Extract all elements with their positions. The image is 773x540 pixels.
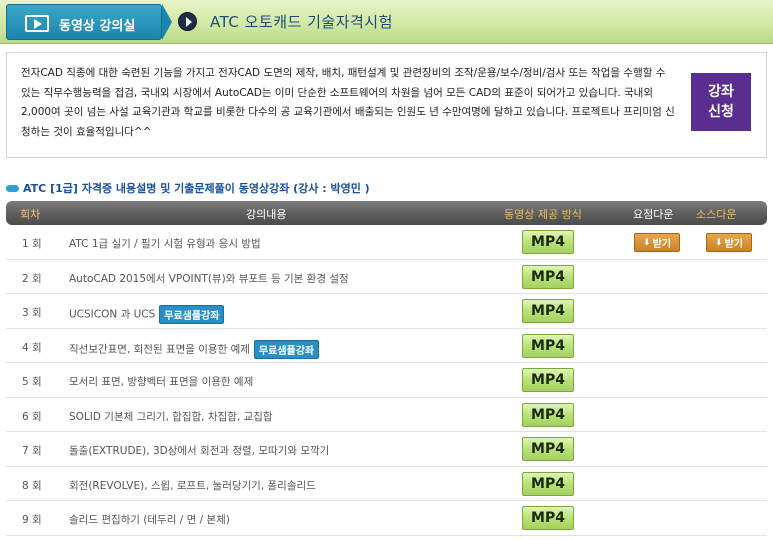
table-row: 8 회 회전(REVOLVE), 스윕, 로프트, 눌러당기기, 폴리솔리드 MP4: [6, 466, 767, 501]
row-title-text: 직선보간표면, 회전된 표면을 이용한 예제: [69, 343, 250, 355]
source-download-button[interactable]: ⬇ 받기: [706, 233, 752, 252]
row-title[interactable]: SOLID 기본체 그리기, 합집합, 차집합, 교집합: [69, 409, 273, 424]
header-method: 동영상 제공 방식: [504, 208, 582, 221]
download-arrow-icon: ⬇: [643, 237, 651, 248]
row-title-text: 솔리드 편집하기 (테두리 / 면 / 본체): [69, 514, 230, 526]
row-title[interactable]: 회전(REVOLVE), 스윕, 로프트, 눌러당기기, 폴리솔리드: [69, 478, 316, 493]
row-number: 4 회: [22, 341, 42, 354]
table-row: 7 회 돌출(EXTRUDE), 3D상에서 회전과 정렬, 모따기와 모깍기 MP…: [6, 432, 767, 467]
row-title[interactable]: 직선보간표면, 회전된 표면을 이용한 예제 무료샘플강좌: [69, 339, 320, 359]
row-title[interactable]: UCSICON 과 UCS 무료샘플강좌: [69, 305, 225, 324]
summary-download-button[interactable]: ⬇ 받기: [634, 233, 680, 252]
row-title-text: AutoCAD 2015에서 VPOINT(뷰)와 뷰포트 등 기본 환경 설정: [69, 272, 349, 285]
mp4-play-button[interactable]: MP4: [522, 299, 574, 323]
row-number: 5 회: [22, 376, 42, 388]
table-row: 4 회 직선보간표면, 회전된 표면을 이용한 예제 무료샘플강좌 MP4: [6, 328, 767, 363]
intro-box: 전자CAD 직종에 대한 숙련된 기능을 가지고 전자CAD 도면의 제작, 배…: [6, 52, 767, 158]
mp4-label: MP4: [531, 475, 565, 492]
arrow-right-circle-icon: [178, 12, 197, 31]
mp4-label: MP4: [531, 441, 565, 457]
row-number: 8 회: [22, 479, 42, 492]
row-title-text: SOLID 기본체 그리기, 합집합, 차집합, 교집합: [69, 410, 273, 423]
free-sample-badge[interactable]: 무료샘플강좌: [159, 305, 225, 324]
table-row: 6 회 SOLID 기본체 그리기, 합집합, 차집합, 교집합 MP4: [6, 397, 767, 432]
download-label: 받기: [724, 239, 743, 250]
table-row: 9 회 솔리드 편집하기 (테두리 / 면 / 본체) MP4: [6, 501, 767, 536]
header-bar: 동영상 강의실 ATC 오토캐드 기술자격시험: [0, 0, 773, 44]
video-lecture-tab[interactable]: 동영상 강의실: [6, 4, 162, 40]
mp4-label: MP4: [531, 268, 565, 285]
mp4-label: MP4: [531, 337, 565, 354]
row-title-text: 돌출(EXTRUDE), 3D상에서 회전과 정렬, 모따기와 모깍기: [69, 445, 330, 457]
table-row: 3 회 UCSICON 과 UCS 무료샘플강좌 MP4: [6, 294, 767, 329]
mp4-label: MP4: [531, 234, 565, 250]
row-title[interactable]: ATC 1급 실기 / 필기 시험 유형과 응시 방법: [69, 236, 261, 251]
table-row: 1 회 ATC 1급 실기 / 필기 시험 유형과 응시 방법 MP4 ⬇ 받기 ⬇ 받기: [6, 225, 767, 260]
intro-text: 전자CAD 직종에 대한 숙련된 기능을 가지고 전자CAD 도면의 제작, 배…: [21, 67, 675, 138]
row-title[interactable]: AutoCAD 2015에서 VPOINT(뷰)와 뷰포트 등 기본 환경 설정: [69, 271, 349, 286]
mp4-play-button[interactable]: MP4: [522, 471, 574, 496]
row-number: 3 회: [22, 307, 42, 319]
free-sample-badge[interactable]: 무료샘플강좌: [253, 339, 320, 359]
download-arrow-icon: ⬇: [715, 237, 723, 248]
page-title: ATC 오토캐드 기술자격시험: [210, 13, 393, 31]
mp4-play-button[interactable]: MP4: [522, 368, 574, 392]
row-title-text: UCSICON 과 UCS: [69, 308, 156, 321]
lecture-table-header: 회차 강의내용 동영상 제공 방식 요점다운 소스다운: [6, 201, 767, 225]
mp4-play-button[interactable]: MP4: [522, 402, 574, 427]
mp4-play-button[interactable]: MP4: [522, 230, 574, 254]
row-number: 1 회: [22, 238, 42, 250]
mp4-label: MP4: [531, 406, 565, 423]
video-icon: [25, 15, 49, 32]
row-number: 6 회: [22, 410, 42, 423]
table-row: 5 회 모서리 표면, 방향벡터 표면을 이용한 예제 MP4: [6, 363, 767, 398]
course-title: ATC [1급] 자격증 내용설명 및 기출문제풀이 동영상강좌 (강사 : 박…: [23, 182, 370, 195]
row-number: 2 회: [22, 272, 42, 285]
header-summary: 요점다운: [633, 208, 674, 221]
course-apply-button[interactable]: 강좌 신청: [691, 73, 751, 131]
mp4-play-button[interactable]: MP4: [522, 264, 574, 289]
mp4-play-button[interactable]: MP4: [522, 437, 574, 461]
mp4-play-button[interactable]: MP4: [522, 333, 574, 358]
mp4-play-button[interactable]: MP4: [522, 506, 574, 530]
row-number: 9 회: [22, 514, 42, 526]
mp4-label: MP4: [531, 303, 565, 319]
header-source: 소스다운: [696, 208, 737, 221]
row-title-text: 회전(REVOLVE), 스윕, 로프트, 눌러당기기, 폴리솔리드: [69, 479, 316, 492]
course-title-row: ATC [1급] 자격증 내용설명 및 기출문제풀이 동영상강좌 (강사 : 박…: [6, 180, 370, 196]
header-num: 회차: [20, 208, 41, 221]
row-title[interactable]: 돌출(EXTRUDE), 3D상에서 회전과 정렬, 모따기와 모깍기: [69, 443, 329, 458]
mp4-label: MP4: [531, 372, 565, 388]
row-number: 7 회: [22, 445, 42, 457]
tab-arrow: [162, 4, 172, 40]
header-content: 강의내용: [246, 208, 287, 221]
row-title-text: 모서리 표면, 방향벡터 표면을 이용한 예제: [69, 376, 254, 388]
mp4-label: MP4: [531, 510, 565, 526]
row-title-text: ATC 1급 실기 / 필기 시험 유형과 응시 방법: [69, 238, 261, 250]
bullet-pill-icon: [6, 184, 19, 192]
table-row: 2 회 AutoCAD 2015에서 VPOINT(뷰)와 뷰포트 등 기본 환경…: [6, 259, 767, 294]
row-title[interactable]: 솔리드 편집하기 (테두리 / 면 / 본체): [69, 512, 230, 527]
video-lecture-tab-label: 동영상 강의실: [59, 19, 136, 34]
row-title[interactable]: 모서리 표면, 방향벡터 표면을 이용한 예제: [69, 374, 253, 389]
download-label: 받기: [652, 239, 671, 250]
